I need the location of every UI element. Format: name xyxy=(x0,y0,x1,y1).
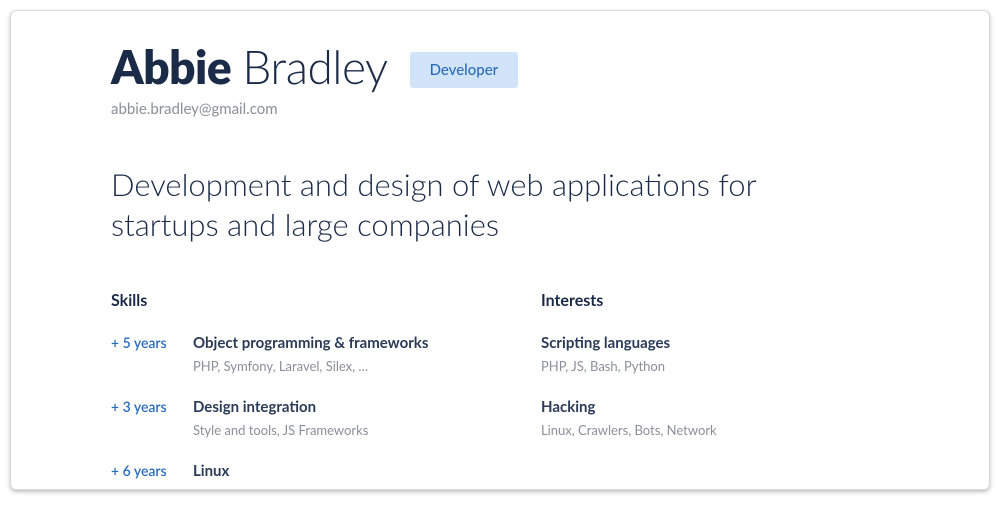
role-badge: Developer xyxy=(410,52,519,88)
resume-card: Abbie Bradley Developer abbie.bradley@gm… xyxy=(10,10,990,490)
skill-desc: PHP, Symfony, Laravel, Silex, … xyxy=(193,358,428,374)
interests-section: Interests Scripting languages PHP, JS, B… xyxy=(541,291,891,490)
skill-row: + 6 years Linux Scripting, Servers manag… xyxy=(111,462,511,490)
skill-title: Object programming & frameworks xyxy=(193,334,428,352)
interest-row: Hacking Linux, Crawlers, Bots, Network xyxy=(541,398,891,438)
header: Abbie Bradley Developer xyxy=(111,39,899,94)
tagline: Development and design of web applicatio… xyxy=(111,164,871,245)
skill-row: + 3 years Design integration Style and t… xyxy=(111,398,511,438)
interests-title: Interests xyxy=(541,291,891,310)
columns: Skills + 5 years Object programming & fr… xyxy=(111,291,899,490)
skills-title: Skills xyxy=(111,291,511,310)
person-name: Abbie Bradley xyxy=(111,39,388,94)
skills-section: Skills + 5 years Object programming & fr… xyxy=(111,291,511,490)
skill-title: Design integration xyxy=(193,398,368,416)
skill-title: Linux xyxy=(193,462,453,480)
skill-experience: + 5 years xyxy=(111,334,193,374)
email: abbie.bradley@gmail.com xyxy=(111,100,899,118)
interest-title: Hacking xyxy=(541,398,891,416)
skill-desc: Style and tools, JS Frameworks xyxy=(193,422,368,438)
interest-desc: PHP, JS, Bash, Python xyxy=(541,358,891,374)
interest-desc: Linux, Crawlers, Bots, Network xyxy=(541,422,891,438)
first-name: Abbie xyxy=(111,39,231,94)
skill-experience: + 3 years xyxy=(111,398,193,438)
interest-row: Scripting languages PHP, JS, Bash, Pytho… xyxy=(541,334,891,374)
skill-desc: Scripting, Servers management and protoc… xyxy=(193,486,453,490)
interest-title: Scripting languages xyxy=(541,334,891,352)
skill-experience: + 6 years xyxy=(111,462,193,490)
last-name: Bradley xyxy=(242,39,387,94)
skill-row: + 5 years Object programming & framework… xyxy=(111,334,511,374)
